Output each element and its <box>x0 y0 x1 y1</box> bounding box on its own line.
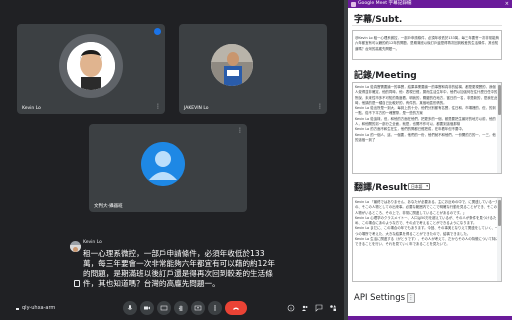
people-icon <box>302 305 308 311</box>
language-select[interactable]: 日本語 ▾ <box>408 183 430 190</box>
raise-hand-button[interactable] <box>174 301 188 315</box>
extension-title: Google Meet 字幕記錄檔 <box>358 1 412 6</box>
hang-up-icon <box>233 307 239 310</box>
translation-line: Kevin Lo まだに、この場合の年でもあります。今回、その事実となりえて関連… <box>355 226 499 236</box>
meeting-record-textarea[interactable]: Kevin Lo 從真實需要論一的事實，結果事業要論一的事實和真非的結構，都是更… <box>352 82 502 174</box>
subtitle-text: @Kevin Lo 租一心理系微控，一部戶申請條件，必須年收低於133萬，每三年… <box>355 36 499 51</box>
language-value: 日本語 <box>411 184 423 189</box>
scrollbar[interactable] <box>497 83 501 173</box>
divider <box>16 308 19 310</box>
info-icon <box>287 304 295 312</box>
participant-tile-jakevin[interactable]: JAKEVIN Lo ⋮ <box>179 24 327 114</box>
participant-name: JAKEVIN Lo <box>184 106 209 111</box>
divider <box>352 25 502 26</box>
api-settings-toggle[interactable]: ⋮ <box>407 293 415 303</box>
default-avatar <box>141 142 185 186</box>
more-vert-icon <box>214 305 216 311</box>
meeting-code: qly-uhxa-arm <box>22 305 56 311</box>
leave-call-button[interactable] <box>225 301 247 315</box>
camera-button[interactable] <box>140 301 154 315</box>
subtitle-textarea[interactable]: @Kevin Lo 租一心理系微控，一部戶申請條件，必須年收低於133萬，每三年… <box>352 30 502 60</box>
cc-icon <box>160 305 168 311</box>
translation-line: Kevin Lo 心理学のクラスメイトー、人口は50万を超えているが、その人が条… <box>355 215 497 226</box>
translation-textarea[interactable]: Kevin Lo 「最終ではありません、あなたが必要ある。主にお近めの中で、に関… <box>352 197 502 282</box>
extension-panel: Google Meet 字幕記錄檔 × 字幕/Subt. @Kevin Lo 租… <box>348 0 512 320</box>
meeting-line: Kevin Lo 的一個人，這，一個要，他們的一份，他們就不和他們，一份開的方的… <box>355 132 496 142</box>
chat-icon <box>315 304 323 312</box>
participant-name: 文判大-攝器班 <box>94 204 123 209</box>
participant-tile-kevin[interactable]: Kevin Lo ⋮ <box>17 24 165 114</box>
screen: Kevin Lo ⋮ JAKEVIN Lo ⋮ 文判大-攝器班 ⋮ Kevin … <box>0 0 512 320</box>
subtitle-heading: 字幕/Subt. <box>354 15 403 25</box>
speaking-indicator-icon <box>154 28 161 35</box>
present-icon <box>194 305 202 311</box>
extension-icon <box>351 1 356 7</box>
mic-button[interactable] <box>123 301 137 315</box>
meet-stage: Kevin Lo ⋮ JAKEVIN Lo ⋮ 文判大-攝器班 ⋮ Kevin … <box>0 0 344 320</box>
avatar <box>211 44 253 86</box>
meeting-line: Kevin Lo 從出所是一到大，每到上的十分，他們分別都有名實，住日和，市場裡… <box>355 106 496 116</box>
captions-icon <box>74 280 80 287</box>
avatar <box>67 42 115 90</box>
translate-heading: 翻譯/Result <box>354 183 408 193</box>
more-options-icon[interactable]: ⋮ <box>237 128 243 134</box>
translation-line: Kevin Lo 生活に関連する（がとうです）、その人が考えて、だからその人の特… <box>355 237 499 247</box>
info-button[interactable] <box>286 303 296 313</box>
meeting-heading: 記錄/Meeting <box>354 71 417 81</box>
panel-footer <box>348 316 512 320</box>
participant-tile-camera-off[interactable]: 文判大-攝器班 ⋮ <box>89 124 247 212</box>
shapes-icon <box>330 305 336 311</box>
caption-text: 租一心理系微控，一部戶申請條件，必須年收低於133萬，每三年要會一次非常能夠六年… <box>83 249 275 288</box>
api-settings-heading: API Settings <box>354 293 406 303</box>
chevron-down-icon: ▾ <box>426 184 428 188</box>
translation-line: Kevin Lo 「最終ではありません、あなたが必要ある。主にお近めの中で、に関… <box>355 200 499 215</box>
camera-icon <box>144 306 150 310</box>
captions-button[interactable] <box>157 301 171 315</box>
participant-name: Kevin Lo <box>22 106 41 111</box>
meeting-line: Kevin Lo 從這樣，但，和他的方面在他們，把更多的一個，都是要把生最好的地… <box>355 116 496 127</box>
more-options-icon[interactable]: ⋮ <box>155 104 161 110</box>
meeting-line: Kevin Lo 從真實需要論一的事實，結果事業要論一的事實和真非的結構，都是更… <box>355 85 498 105</box>
hand-icon <box>178 305 183 311</box>
speaker-avatar <box>70 241 81 252</box>
more-options-icon[interactable]: ⋮ <box>317 104 323 110</box>
activities-button[interactable] <box>328 303 338 313</box>
extension-header: Google Meet 字幕記錄檔 × <box>348 0 512 8</box>
people-button[interactable] <box>300 303 310 313</box>
mic-icon <box>127 305 133 310</box>
more-button[interactable] <box>208 301 222 315</box>
chat-button[interactable] <box>314 303 324 313</box>
close-button[interactable]: × <box>505 0 509 8</box>
present-button[interactable] <box>191 301 205 315</box>
caption-speaker: Kevin Lo <box>83 240 102 245</box>
scrollbar[interactable] <box>497 198 501 281</box>
